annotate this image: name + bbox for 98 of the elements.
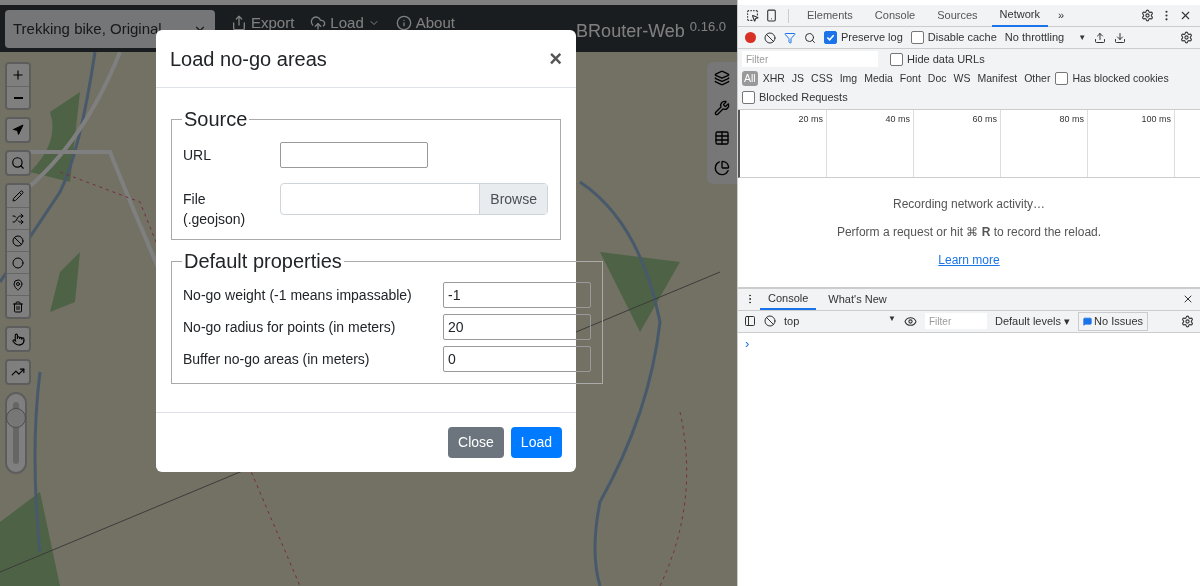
search-button[interactable] [5, 150, 31, 176]
opacity-slider[interactable] [5, 392, 27, 474]
record-icon[interactable] [745, 32, 756, 43]
table-icon[interactable] [714, 130, 730, 146]
filter-input[interactable]: Filter [742, 51, 878, 68]
empty-title: Recording network activity… [892, 196, 1046, 214]
arrow-icon [12, 124, 24, 136]
devtools-tab[interactable]: Sources [929, 4, 986, 27]
wrench-icon[interactable] [714, 100, 730, 116]
pin-icon[interactable] [7, 273, 29, 295]
type-filter[interactable]: Img [837, 70, 860, 87]
checkbox-label: Has blocked cookies [1072, 70, 1169, 86]
timeline-tick: 40 ms [885, 112, 910, 126]
field-label: File (.geojson) [183, 190, 247, 229]
clear-icon[interactable] [764, 31, 776, 44]
number-input[interactable]: 0 [443, 346, 591, 372]
checkbox[interactable] [824, 31, 837, 44]
load-button[interactable]: Load [510, 427, 562, 458]
url-input[interactable] [280, 142, 428, 168]
eye-icon[interactable] [904, 314, 917, 328]
context-select[interactable]: top ▼ [784, 313, 896, 330]
type-filter[interactable]: Doc [925, 70, 949, 87]
sidebar-icon[interactable] [744, 315, 756, 328]
zoom-out-button[interactable] [7, 86, 29, 108]
type-filter[interactable]: Other [1022, 70, 1053, 87]
type-filter[interactable]: Media [862, 70, 895, 87]
locate-button[interactable] [5, 117, 31, 143]
modal-title: Load no-go areas [170, 46, 327, 72]
timeline-tick: 80 ms [1059, 112, 1084, 126]
close-dialog-button[interactable]: Close [448, 427, 504, 458]
checkbox[interactable] [890, 52, 903, 66]
pencil-icon[interactable] [7, 185, 29, 207]
learn-more-link[interactable]: Learn more [938, 251, 1000, 270]
levels-select[interactable]: Default levels ▾ [995, 313, 1071, 330]
checkbox-label: Disable cache [927, 30, 997, 46]
field-label: URL [183, 145, 212, 165]
type-filter[interactable]: XHR [760, 70, 787, 87]
device-icon[interactable] [765, 9, 778, 22]
nav-link[interactable]: About [395, 12, 455, 35]
hand-icon[interactable] [5, 326, 31, 352]
app-title: BRouter-Web $^{0.16.0}$ [576, 18, 727, 43]
search-icon[interactable] [804, 31, 816, 44]
checkbox[interactable] [910, 31, 924, 44]
type-filter[interactable]: WS [951, 70, 973, 87]
field-label: No-go radius for points (in meters) [183, 317, 397, 337]
settings-icon[interactable] [1181, 314, 1194, 328]
console-prompt[interactable]: › [745, 335, 750, 351]
settings-icon[interactable] [1180, 31, 1193, 44]
timeline-tick: 20 ms [798, 112, 823, 126]
checkbox-label: Hide data URLs [907, 52, 985, 67]
timeline-tick: 100 ms [1141, 112, 1171, 126]
field-label: No-go weight (-1 means impassable) [183, 285, 413, 305]
message-icon [1083, 316, 1093, 326]
search-icon [11, 156, 25, 170]
settings-icon[interactable] [1141, 9, 1154, 22]
type-filter[interactable]: JS [789, 70, 807, 87]
more-tabs-button[interactable]: » [1053, 7, 1069, 24]
file-input[interactable]: Browse [280, 183, 548, 215]
upload-icon[interactable] [1094, 31, 1107, 44]
pie-chart-icon[interactable] [714, 160, 730, 176]
inspect-icon[interactable] [746, 9, 759, 22]
close-icon[interactable] [1179, 9, 1192, 22]
shuffle-icon[interactable] [7, 207, 29, 229]
type-filter[interactable]: Manifest [975, 70, 1020, 87]
devtools-tab[interactable]: Elements [799, 4, 861, 27]
checkbox[interactable] [742, 91, 755, 104]
timeline-tick: 60 ms [972, 112, 997, 126]
issues-button[interactable]: No Issues [1078, 312, 1148, 331]
throttling-select[interactable]: No throttling ▼ [1004, 29, 1087, 46]
clear-icon[interactable] [764, 315, 776, 328]
nav-link[interactable]: Load [310, 12, 380, 35]
zoom-in-button[interactable] [7, 64, 29, 86]
fieldset-legend: Default properties [182, 246, 344, 276]
nav-link[interactable]: Export [231, 12, 295, 35]
type-filter[interactable]: CSS [809, 70, 835, 87]
number-input[interactable]: -1 [443, 282, 591, 308]
number-input[interactable]: 20 [443, 314, 591, 340]
empty-hint: Perform a request or hit ⌘ R to record the reload. [836, 224, 1102, 242]
minus-icon [13, 96, 23, 99]
checkbox-label: Preserve log [841, 30, 903, 46]
browse-button[interactable]: Browse [479, 184, 547, 214]
type-filter[interactable]: Font [897, 70, 923, 87]
layers-icon[interactable] [714, 70, 730, 86]
chart-icon[interactable] [5, 359, 31, 385]
fieldset-legend: Source [182, 104, 250, 134]
console-filter-input[interactable]: Filter [925, 313, 987, 330]
field-label: Buffer no-go areas (in meters) [183, 349, 371, 369]
download-icon[interactable] [1114, 31, 1127, 44]
close-button[interactable]: × [549, 42, 562, 75]
checkbox-label: Blocked Requests [759, 90, 848, 106]
ban-icon[interactable] [7, 229, 29, 251]
plus-icon [11, 68, 25, 82]
drawer-tab[interactable]: What's New [820, 288, 895, 311]
slider-thumb[interactable] [6, 407, 26, 428]
trash-icon[interactable] [7, 295, 29, 317]
filter-icon[interactable] [784, 31, 796, 44]
checkbox[interactable] [1055, 71, 1069, 85]
devtools-tab[interactable]: Console [866, 4, 924, 27]
